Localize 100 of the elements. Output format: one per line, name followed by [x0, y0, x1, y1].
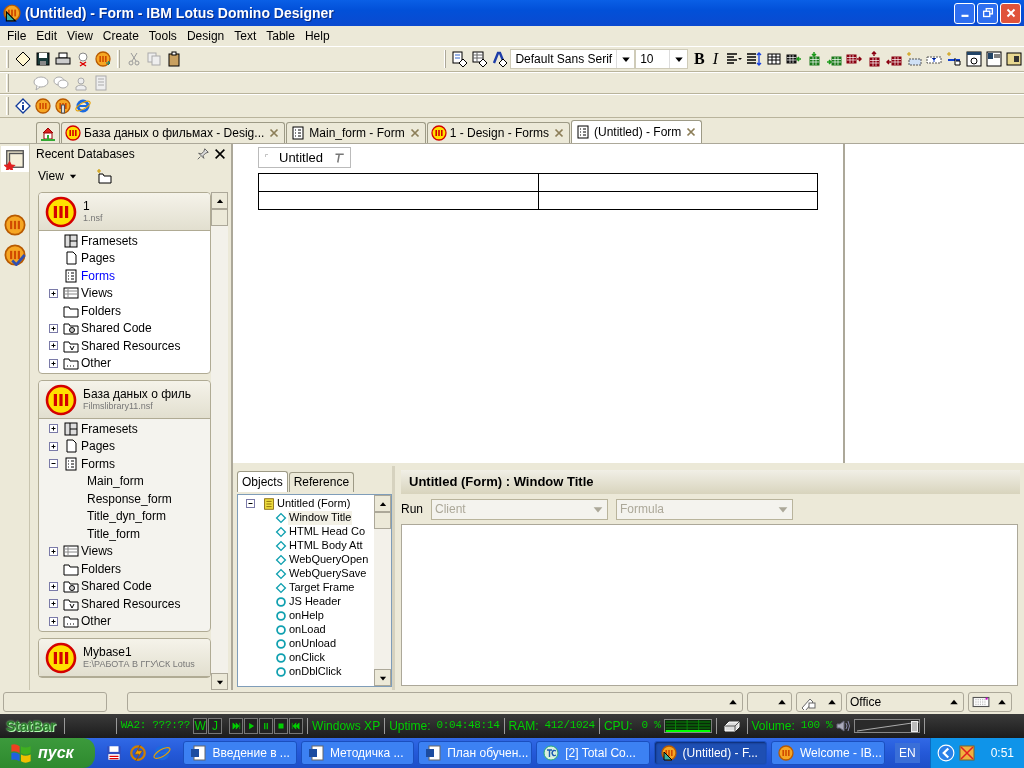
tree-item[interactable]: Views — [79, 544, 115, 559]
status-field[interactable] — [796, 692, 842, 712]
tree-item[interactable]: HTML Body Att — [288, 539, 364, 553]
bold-button[interactable]: B — [692, 49, 707, 69]
tree-item[interactable]: Forms — [79, 268, 117, 283]
database-icon[interactable] — [92, 50, 113, 68]
font-select[interactable]: Default Sans Serif — [510, 49, 636, 69]
tree-item[interactable]: Title_dyn_form — [85, 509, 168, 524]
menu-item[interactable]: Design — [181, 28, 230, 44]
player-button[interactable]: W — [193, 718, 208, 734]
tree-item[interactable]: onClick — [288, 651, 327, 665]
menu-item[interactable]: View — [62, 28, 98, 44]
tree-item[interactable]: Other — [79, 356, 113, 371]
scrollbar[interactable] — [211, 192, 228, 690]
table-cell[interactable] — [258, 191, 538, 210]
lotus-icon[interactable] — [3, 214, 26, 236]
status-field[interactable] — [127, 692, 743, 712]
table-cell[interactable] — [538, 173, 818, 192]
panel-tab[interactable]: Objects — [237, 471, 288, 492]
expand-toggle[interactable] — [49, 323, 58, 333]
document-tab[interactable]: 1 - Design - Forms — [426, 122, 570, 143]
taskbar-button[interactable]: (Untitled) - F... — [653, 741, 767, 765]
table-icon[interactable] — [764, 50, 784, 68]
tree-item[interactable]: Response_form — [85, 491, 174, 506]
pin-icon[interactable] — [196, 147, 210, 161]
tree-item[interactable]: Framesets — [79, 421, 140, 436]
status-field[interactable] — [747, 692, 792, 712]
volume-thumb[interactable] — [910, 721, 918, 732]
tree-item[interactable]: Shared Resources — [79, 596, 183, 611]
expand-toggle[interactable] — [49, 441, 58, 451]
tree-item[interactable]: Pages — [79, 439, 118, 454]
tree-item[interactable]: Folders — [79, 561, 123, 576]
status-field[interactable]: Office — [846, 692, 964, 712]
status-field[interactable] — [3, 692, 107, 712]
action-hotspot-icon[interactable] — [944, 50, 964, 68]
lotus-icon[interactable] — [53, 97, 73, 115]
document-tab[interactable]: (Untitled) - Form — [571, 120, 703, 143]
show-hidden-icons-button[interactable] — [936, 744, 955, 762]
lightning-icon[interactable] — [129, 744, 148, 762]
scrollbar-thumb[interactable] — [211, 209, 228, 226]
layout-icon[interactable] — [984, 50, 1004, 68]
tree-item[interactable]: Shared Resources — [79, 338, 183, 353]
tree-item[interactable]: onLoad — [288, 623, 327, 637]
tree-item[interactable]: Main_form — [85, 474, 146, 489]
tree-item[interactable]: HTML Head Co — [288, 525, 366, 539]
taskbar-button[interactable]: Введение в ... — [183, 741, 297, 765]
printer-icon[interactable] — [52, 50, 73, 68]
tree-item[interactable]: Window Title — [288, 511, 353, 525]
tree-item[interactable]: Folders — [79, 303, 123, 318]
scrollbar-thumb[interactable] — [374, 512, 391, 529]
browser-icon[interactable] — [73, 97, 93, 115]
tree-item[interactable]: Other — [79, 614, 113, 629]
tree-item[interactable]: Views — [79, 286, 115, 301]
table-cell[interactable] — [538, 191, 818, 210]
form-title-field[interactable]: Untitled — [258, 147, 351, 168]
expand-toggle[interactable] — [49, 341, 58, 351]
language-indicator[interactable]: EN — [894, 742, 920, 764]
menu-item[interactable]: Edit — [31, 28, 63, 44]
expand-toggle[interactable] — [49, 616, 58, 626]
panel-tab[interactable]: Reference — [288, 472, 355, 492]
tree-item[interactable]: Shared Code — [79, 579, 154, 594]
font-size-select[interactable]: 10 — [635, 49, 688, 69]
tree-item[interactable]: Target Frame — [288, 581, 356, 595]
taskbar-button[interactable]: Welcome - IB... — [770, 741, 885, 765]
menu-item[interactable]: Tools — [143, 28, 182, 44]
taskbar-button[interactable]: [2] Total Co... — [536, 741, 650, 765]
menu-item[interactable]: Text — [229, 28, 262, 44]
tree-item[interactable]: Shared Code — [79, 321, 154, 336]
tree-item[interactable]: WebQuerySave — [288, 567, 368, 581]
tree-item[interactable]: Forms — [79, 456, 117, 471]
line-spacing-icon[interactable] — [744, 50, 764, 68]
expand-toggle[interactable] — [49, 358, 58, 368]
taskbar-button[interactable]: План обучен... — [418, 741, 533, 765]
taskbar-button[interactable]: Методичка ... — [300, 741, 415, 765]
info-icon[interactable] — [13, 97, 33, 115]
view-menu[interactable]: View — [36, 167, 80, 185]
expand-toggle[interactable] — [49, 599, 58, 609]
lotus-check-icon[interactable] — [3, 244, 26, 266]
italic-button[interactable]: I — [710, 49, 720, 69]
tree-item[interactable]: onUnload — [288, 637, 338, 651]
tree-item[interactable]: JS Header — [288, 595, 342, 609]
expand-toggle[interactable] — [49, 581, 58, 591]
document-tab[interactable]: База даных о фильмах - Desig... — [61, 122, 286, 143]
status-field[interactable] — [968, 692, 1012, 712]
tree-item[interactable]: onHelp — [288, 609, 325, 623]
player-button[interactable]: J — [208, 718, 223, 734]
close-icon[interactable] — [213, 147, 227, 161]
lotus-icon[interactable] — [33, 97, 53, 115]
tree-item[interactable]: Untitled (Form) — [276, 496, 352, 511]
expand-toggle[interactable] — [49, 424, 58, 434]
section-icon[interactable] — [1004, 50, 1024, 68]
expand-toggle[interactable] — [49, 546, 58, 556]
collapse-toggle[interactable] — [49, 459, 58, 469]
tray-icon[interactable] — [958, 745, 975, 761]
tree-item[interactable]: Pages — [79, 251, 118, 266]
document-tab[interactable]: Main_form - Form — [286, 122, 426, 143]
menu-item[interactable]: Create — [97, 28, 144, 44]
collapse-toggle[interactable] — [246, 499, 255, 508]
volume-slider[interactable] — [854, 719, 921, 733]
menu-item[interactable]: Table — [261, 28, 300, 44]
